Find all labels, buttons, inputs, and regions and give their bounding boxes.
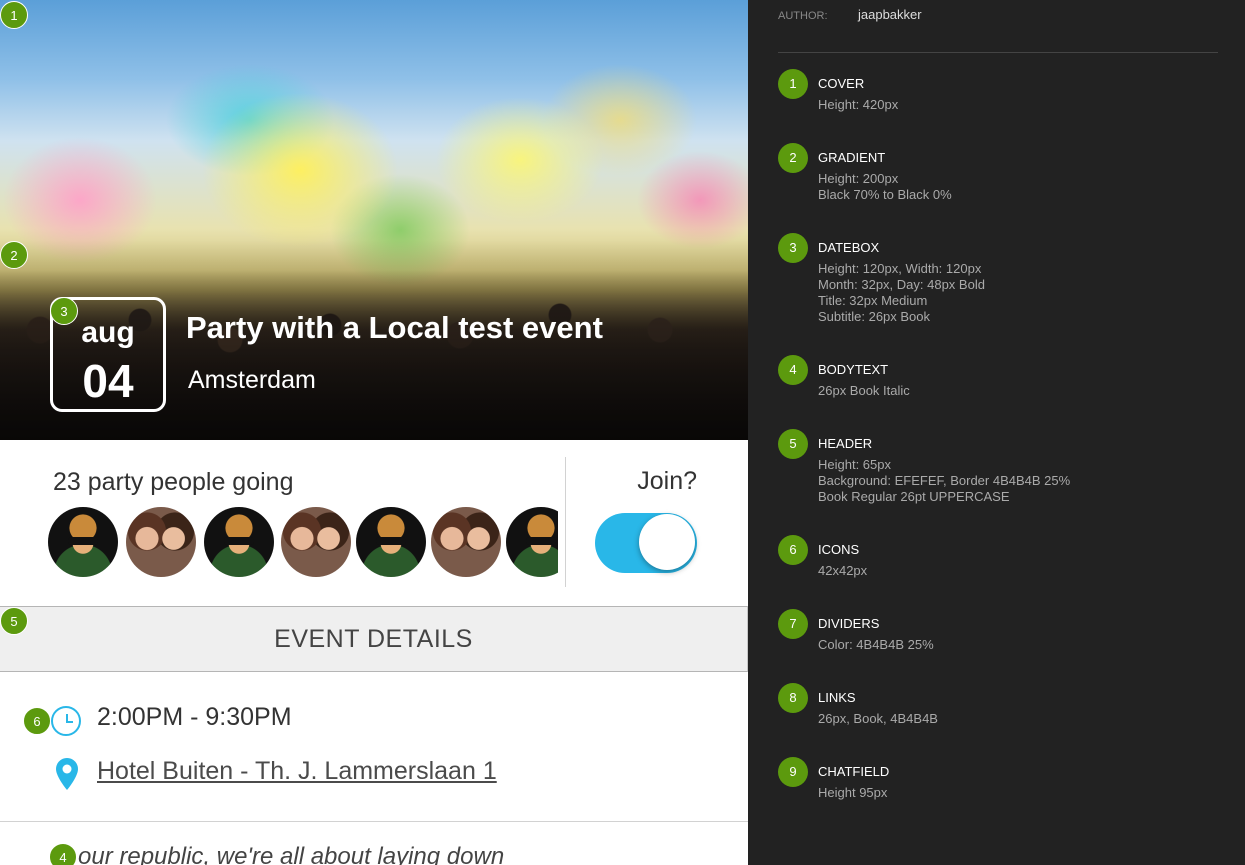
spec-title: DIVIDERS (818, 616, 880, 631)
spec-title: BODYTEXT (818, 362, 889, 377)
attendance-count: 23 party people going (53, 468, 294, 496)
annotation-badge: 3 (50, 297, 78, 325)
location-pin-icon (56, 758, 78, 790)
spec-badge: 4 (778, 355, 808, 385)
event-details-header: EVENT DETAILS (0, 606, 748, 672)
join-toggle[interactable] (595, 513, 697, 573)
spec-panel: AUTHOR: jaapbakker 1 COVER Height: 420px… (748, 0, 1245, 865)
spec-title: COVER (818, 76, 865, 91)
avatar[interactable] (356, 507, 426, 577)
spec-lines: 26px, Book, 4B4B4B (818, 711, 938, 727)
spec-badge: 8 (778, 683, 808, 713)
spec-divider (778, 52, 1218, 53)
avatar[interactable] (506, 507, 558, 577)
spec-line: Title: 32px Medium (818, 293, 928, 308)
spec-line: Color: 4B4B4B 25% (818, 637, 934, 652)
toggle-knob[interactable] (639, 514, 695, 570)
spec-lines: Height: 120px, Width: 120px Month: 32px,… (818, 261, 985, 325)
avatar[interactable] (48, 507, 118, 577)
spec-badge: 3 (778, 233, 808, 263)
spec-line: 26px Book Italic (818, 383, 910, 398)
spec-line: Height 95px (818, 785, 888, 800)
date-day: 04 (82, 355, 134, 407)
event-screen: aug 04 Party with a Local test event Ams… (0, 0, 748, 865)
spec-lines: 42x42px (818, 563, 867, 579)
avatar[interactable] (126, 507, 196, 577)
spec-badge: 5 (778, 429, 808, 459)
vertical-divider (565, 457, 566, 587)
annotation-badge: 6 (23, 707, 51, 735)
spec-title: LINKS (818, 690, 856, 705)
event-details: 2:00PM - 9:30PM Hotel Buiten - Th. J. La… (0, 671, 748, 822)
join-label: Join? (637, 467, 697, 495)
spec-lines: Height: 200px Black 70% to Black 0% (818, 171, 952, 203)
spec-line: Black 70% to Black 0% (818, 187, 952, 202)
attendance-section: 23 party people going Join? (0, 440, 748, 606)
avatar[interactable] (204, 507, 274, 577)
clock-icon (51, 706, 81, 736)
spec-title: DATEBOX (818, 240, 880, 255)
spec-badge: 9 (778, 757, 808, 787)
spec-lines: Color: 4B4B4B 25% (818, 637, 934, 653)
annotation-badge: 1 (0, 1, 28, 29)
header-label: EVENT DETAILS (274, 625, 473, 653)
spec-title: GRADIENT (818, 150, 886, 165)
spec-line: Height: 200px (818, 171, 899, 186)
spec-title: HEADER (818, 436, 873, 451)
spec-line: Month: 32px, Day: 48px Bold (818, 277, 985, 292)
spec-badge: 1 (778, 69, 808, 99)
spec-lines: Height: 420px (818, 97, 898, 113)
spec-badge: 2 (778, 143, 808, 173)
spec-line: Height: 420px (818, 97, 899, 112)
annotation-badge: 4 (49, 843, 77, 865)
spec-lines: Height 95px (818, 785, 887, 801)
spec-line: Height: 65px (818, 457, 891, 472)
spec-lines: 26px Book Italic (818, 383, 910, 399)
spec-badge: 6 (778, 535, 808, 565)
spec-line: Subtitle: 26px Book (818, 309, 931, 324)
annotation-badge: 5 (0, 607, 28, 635)
event-time: 2:00PM - 9:30PM (97, 703, 292, 731)
spec-line: Background: EFEFEF, Border 4B4B4B 25% (818, 473, 1071, 488)
spec-line: Height: 120px, Width: 120px (818, 261, 982, 276)
author-label: AUTHOR: (778, 10, 828, 22)
spec-badge: 7 (778, 609, 808, 639)
annotation-badge: 2 (0, 241, 28, 269)
spec-lines: Height: 65px Background: EFEFEF, Border … (818, 457, 1070, 505)
spec-title: CHATFIELD (818, 764, 890, 779)
location-link[interactable]: Hotel Buiten - Th. J. Lammerslaan 1 (97, 757, 497, 786)
spec-line: 42x42px (818, 563, 868, 578)
avatar[interactable] (431, 507, 501, 577)
author-name: jaapbakker (858, 7, 922, 22)
spec-title: ICONS (818, 542, 860, 557)
event-subtitle: Amsterdam (188, 366, 316, 394)
attendee-avatars (48, 507, 558, 579)
body-text: our republic, we're all about laying dow… (78, 843, 505, 865)
avatar[interactable] (281, 507, 351, 577)
spec-line: Book Regular 26pt UPPERCASE (818, 489, 1010, 504)
spec-line: 26px, Book, 4B4B4B (818, 711, 938, 726)
event-title: Party with a Local test event (186, 310, 603, 345)
